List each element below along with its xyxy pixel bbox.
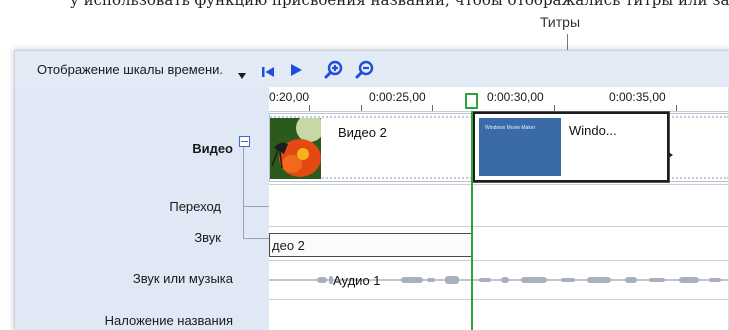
ruler-tick xyxy=(432,105,433,111)
tree-line-sound xyxy=(243,238,269,239)
ruler-tick xyxy=(676,105,677,111)
collapse-toggle[interactable] xyxy=(239,136,250,147)
playhead-handle[interactable] xyxy=(465,93,478,109)
ruler-label: 0:00:30,00 xyxy=(487,90,544,104)
ruler-tick xyxy=(361,105,362,111)
title-clip-name: Windo... xyxy=(569,123,617,138)
video-clip-2[interactable]: Видео 2 xyxy=(269,113,473,182)
track-label-title-overlay: Наложение названия xyxy=(104,313,233,328)
time-ruler[interactable]: 0:20,00 0:00:25,00 0:00:30,00 0:00:35,00 xyxy=(269,87,729,112)
ruler-tick xyxy=(554,105,555,111)
ruler-label: 0:00:25,00 xyxy=(369,90,426,104)
audio1-label: Аудио 1 xyxy=(333,273,381,288)
ruler-label: 0:20,00 xyxy=(269,90,310,104)
zoom-in-icon[interactable] xyxy=(324,60,344,84)
callout-label: Титры xyxy=(540,14,581,30)
triangle-down-icon[interactable] xyxy=(237,65,247,84)
play-icon[interactable] xyxy=(289,62,303,81)
flower-thumbnail xyxy=(270,118,321,179)
row-separator xyxy=(269,226,729,227)
row-separator xyxy=(269,260,729,261)
ruler-tick xyxy=(309,105,310,111)
title-clip[interactable]: Windows Movie Maker Windo... xyxy=(473,112,673,182)
tree-line-vertical xyxy=(243,147,244,239)
rewind-icon[interactable] xyxy=(261,63,275,82)
row-separator xyxy=(269,184,729,185)
tree-line-transition xyxy=(243,206,269,207)
audio-clip-name: део 2 xyxy=(272,238,305,253)
timeline-window: Отображение шкалы времени. Видео Переход… xyxy=(14,50,729,330)
video-clip-name: Видео 2 xyxy=(338,125,387,140)
zoom-out-icon[interactable] xyxy=(355,60,375,84)
timeline-area[interactable]: 0:20,00 0:00:25,00 0:00:30,00 0:00:35,00 xyxy=(269,87,729,330)
playhead-line[interactable] xyxy=(471,111,473,330)
track-label-transition: Переход xyxy=(169,199,221,214)
track-label-video: Видео xyxy=(192,141,233,156)
track-label-sound-or-music: Звук или музыка xyxy=(132,271,233,286)
audio-clip-video2[interactable]: део 2 xyxy=(269,233,472,257)
title-thumbnail: Windows Movie Maker xyxy=(479,118,561,176)
timeline-toolbar: Отображение шкалы времени. xyxy=(15,51,729,87)
track-label-panel: Видео Переход Звук Звук или музыка Налож… xyxy=(15,87,269,330)
clip-end-marker-icon xyxy=(667,144,673,163)
track-label-sound: Звук xyxy=(194,230,221,245)
row-separator xyxy=(269,299,729,300)
top-cut-text: у использовать функцию присвоения назван… xyxy=(70,0,729,9)
title-thumbnail-text: Windows Movie Maker xyxy=(485,125,536,131)
top-strip: у использовать функцию присвоения назван… xyxy=(0,0,729,14)
ruler-label: 0:00:35,00 xyxy=(609,90,666,104)
view-mode-label[interactable]: Отображение шкалы времени. xyxy=(37,62,223,77)
